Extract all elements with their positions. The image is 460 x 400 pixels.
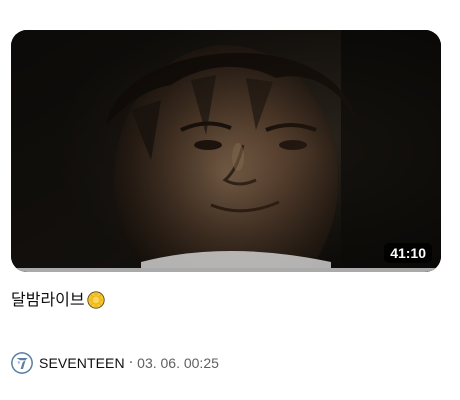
video-title[interactable]: 달밤라이브 (11, 288, 85, 312)
watch-progress-bar (11, 268, 441, 272)
meta-separator: · (128, 355, 134, 371)
seventeen-logo-icon (11, 352, 33, 374)
sun-emoji-icon (86, 291, 105, 309)
watch-progress-fill (11, 268, 441, 272)
video-thumbnail[interactable]: 41:10 (11, 30, 441, 272)
title-row[interactable]: 달밤라이브 (11, 288, 105, 312)
publish-date: 03. 06. 00:25 (137, 355, 219, 371)
channel-name[interactable]: SEVENTEEN (39, 355, 125, 371)
duration-badge: 41:10 (384, 243, 432, 263)
thumbnail-image (11, 30, 441, 272)
video-card[interactable]: 41:10 달밤라이브 SEVENTEEN · 03. 06. 00:25 (0, 0, 460, 400)
channel-meta-row: SEVENTEEN · 03. 06. 00:25 (11, 352, 219, 374)
channel-avatar[interactable] (11, 352, 33, 374)
